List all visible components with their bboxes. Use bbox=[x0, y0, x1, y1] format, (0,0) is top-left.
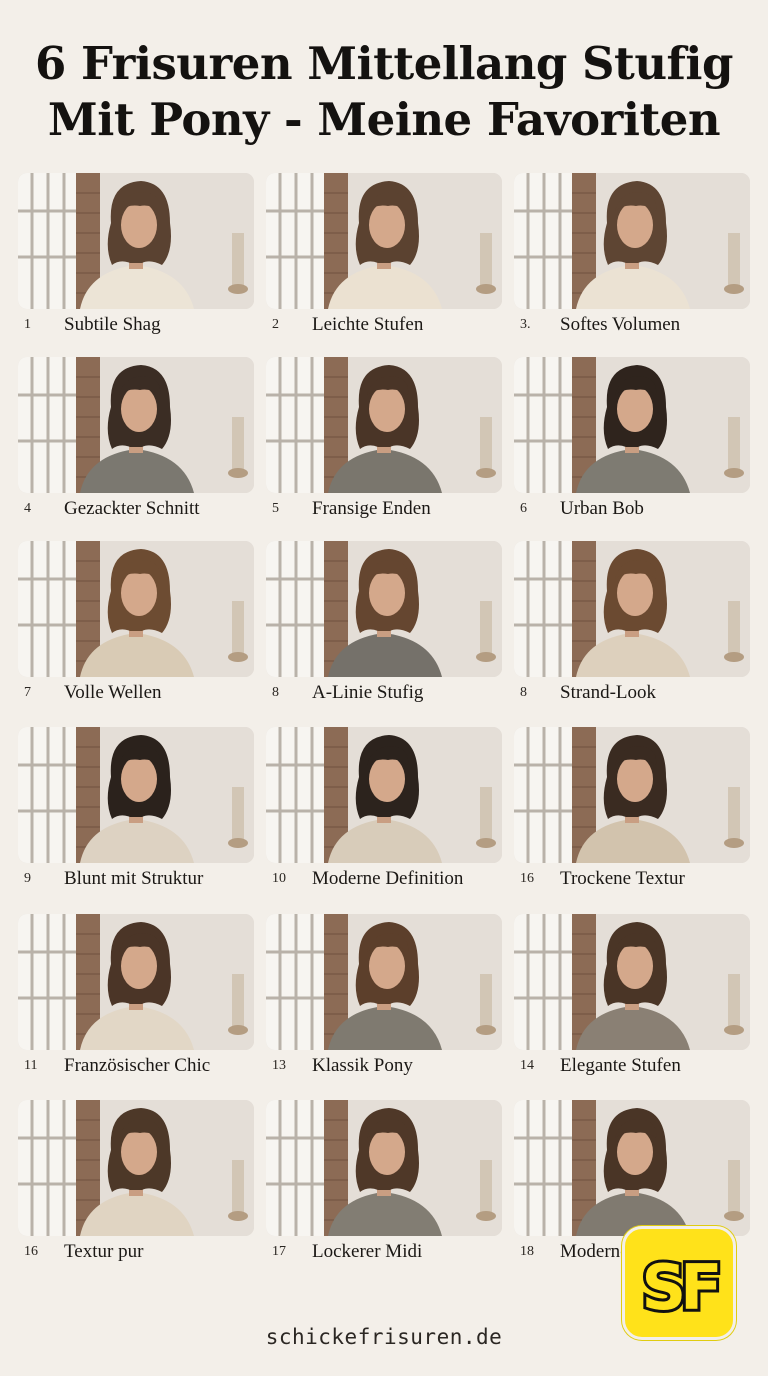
hairstyle-card[interactable]: 14 Elegante Stufen bbox=[514, 914, 750, 1076]
hairstyle-label: Fransige Enden bbox=[312, 498, 431, 519]
hairstyle-grid: 1 Subtile Shag 2 Leichte Stufen 3. Softe… bbox=[18, 173, 750, 1283]
hairstyle-photo[interactable] bbox=[18, 173, 254, 309]
hairstyle-label: Textur pur bbox=[64, 1241, 144, 1262]
hairstyle-card[interactable]: 10 Moderne Definition bbox=[266, 727, 502, 889]
hairstyle-card[interactable]: 11 Französischer Chic bbox=[18, 914, 254, 1076]
hairstyle-card[interactable]: 2 Leichte Stufen bbox=[266, 173, 502, 335]
hairstyle-photo[interactable] bbox=[514, 914, 750, 1050]
hairstyle-photo[interactable] bbox=[18, 357, 254, 493]
hairstyle-label: Subtile Shag bbox=[64, 314, 161, 335]
hairstyle-number: 4 bbox=[24, 501, 31, 516]
hairstyle-number: 2 bbox=[272, 317, 279, 332]
page-title: 6 Frisuren Mittellang Stufig Mit Pony - … bbox=[0, 36, 768, 148]
hairstyle-photo[interactable] bbox=[514, 357, 750, 493]
hairstyle-photo[interactable] bbox=[266, 357, 502, 493]
hairstyle-photo[interactable] bbox=[514, 727, 750, 863]
hairstyle-photo[interactable] bbox=[18, 541, 254, 677]
hairstyle-photo[interactable] bbox=[266, 1100, 502, 1236]
hairstyle-card[interactable]: 17 Lockerer Midi bbox=[266, 1100, 502, 1262]
hairstyle-label: Blunt mit Struktur bbox=[64, 868, 204, 889]
hairstyle-number: 9 bbox=[24, 871, 31, 886]
hairstyle-card[interactable]: 16 Trockene Textur bbox=[514, 727, 750, 889]
hairstyle-label: Moderne Definition bbox=[312, 868, 464, 889]
hairstyle-number: 11 bbox=[24, 1058, 38, 1073]
title-line-1: 6 Frisuren Mittellang Stufig bbox=[35, 37, 733, 90]
hairstyle-photo[interactable] bbox=[514, 173, 750, 309]
hairstyle-card[interactable]: 7 Volle Wellen bbox=[18, 541, 254, 703]
hairstyle-card[interactable]: 13 Klassik Pony bbox=[266, 914, 502, 1076]
hairstyle-photo[interactable] bbox=[514, 1100, 750, 1236]
hairstyle-label: Softes Volumen bbox=[560, 314, 681, 335]
hairstyle-card[interactable]: 6 Urban Bob bbox=[514, 357, 750, 519]
hairstyle-photo[interactable] bbox=[266, 541, 502, 677]
hairstyle-label: Lockerer Midi bbox=[312, 1241, 423, 1262]
hairstyle-label: Klassik Pony bbox=[312, 1055, 413, 1076]
hairstyle-label: Strand-Look bbox=[560, 682, 657, 703]
hairstyle-label: Elegante Stufen bbox=[560, 1055, 681, 1076]
hairstyle-label: Französischer Chic bbox=[64, 1055, 211, 1076]
sf-logo: SF bbox=[622, 1226, 736, 1340]
svg-text:SF: SF bbox=[641, 1251, 718, 1324]
hairstyle-photo[interactable] bbox=[514, 541, 750, 677]
hairstyle-photo[interactable] bbox=[18, 914, 254, 1050]
hairstyle-label: Volle Wellen bbox=[64, 682, 162, 703]
hairstyle-card[interactable]: 3. Softes Volumen bbox=[514, 173, 750, 335]
hairstyle-label: Urban Bob bbox=[560, 498, 644, 519]
hairstyle-number: 8 bbox=[272, 685, 279, 700]
hairstyle-photo[interactable] bbox=[266, 914, 502, 1050]
hairstyle-number: 5 bbox=[272, 501, 279, 516]
hairstyle-number: 6 bbox=[520, 501, 527, 516]
sf-logo-mark: SF bbox=[638, 1248, 727, 1327]
hairstyle-photo[interactable] bbox=[18, 1100, 254, 1236]
hairstyle-card[interactable]: 9 Blunt mit Struktur bbox=[18, 727, 254, 889]
hairstyle-card[interactable]: 5 Fransige Enden bbox=[266, 357, 502, 519]
hairstyle-card[interactable]: 18Moderner Schnitt bbox=[514, 1100, 750, 1262]
title-line-2: Mit Pony - Meine Favoriten bbox=[47, 93, 721, 146]
hairstyle-card[interactable]: 8 Strand-Look bbox=[514, 541, 750, 703]
hairstyle-card[interactable]: 16 Textur pur bbox=[18, 1100, 254, 1262]
hairstyle-card[interactable]: 4 Gezackter Schnitt bbox=[18, 357, 254, 519]
hairstyle-label: Trockene Textur bbox=[560, 868, 685, 889]
hairstyle-number: 18 bbox=[520, 1244, 534, 1259]
hairstyle-number: 17 bbox=[272, 1244, 286, 1259]
hairstyle-card[interactable]: 8 A-Linie Stufig bbox=[266, 541, 502, 703]
hairstyle-number: 7 bbox=[24, 685, 31, 700]
hairstyle-photo[interactable] bbox=[266, 727, 502, 863]
hairstyle-number: 16 bbox=[24, 1244, 38, 1259]
hairstyle-number: 14 bbox=[520, 1058, 534, 1073]
hairstyle-number: 10 bbox=[272, 871, 286, 886]
hairstyle-label: Leichte Stufen bbox=[312, 314, 424, 335]
hairstyle-number: 3. bbox=[520, 317, 531, 332]
hairstyle-photo[interactable] bbox=[18, 727, 254, 863]
hairstyle-photo[interactable] bbox=[266, 173, 502, 309]
hairstyle-number: 16 bbox=[520, 871, 534, 886]
hairstyle-number: 8 bbox=[520, 685, 527, 700]
hairstyle-card[interactable]: 1 Subtile Shag bbox=[18, 173, 254, 335]
hairstyle-label: Gezackter Schnitt bbox=[64, 498, 200, 519]
hairstyle-number: 1 bbox=[24, 317, 31, 332]
hairstyle-number: 13 bbox=[272, 1058, 286, 1073]
hairstyle-label: A-Linie Stufig bbox=[312, 682, 424, 703]
